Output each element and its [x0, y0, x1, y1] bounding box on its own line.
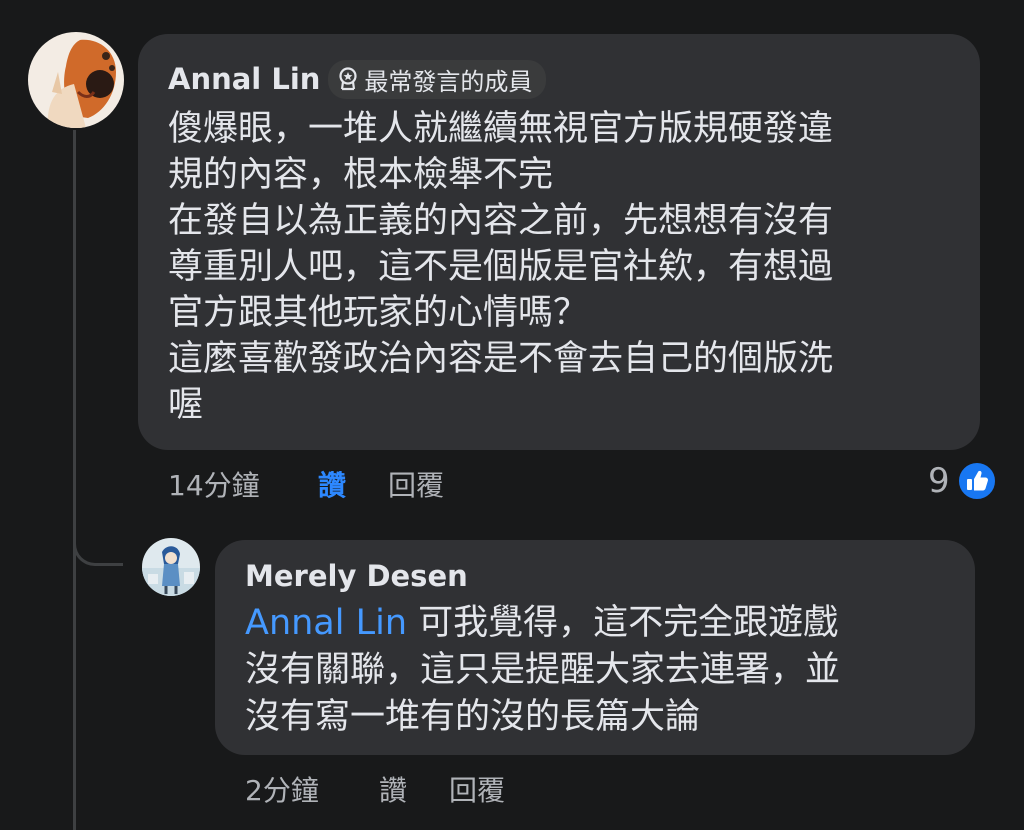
comment-timestamp[interactable]: 14分鐘 [168, 464, 288, 504]
comment-author[interactable]: Annal Lin [168, 62, 320, 96]
comment-line: 這麼喜歡發政治內容是不會去自己的個版洗 [168, 339, 834, 379]
reply-body: Annal Lin 可我覺得，這不完全跟遊戲 沒有關聯，這只是提醒大家去連署，並… [245, 600, 840, 741]
reply-timestamp[interactable]: 2分鐘 [245, 769, 345, 809]
comment-header: Annal Lin 最常發言的成員 [168, 58, 547, 100]
comment-actions: 14分鐘 讚 回覆 [168, 464, 444, 504]
award-icon [339, 67, 358, 91]
reply-connector [73, 530, 123, 566]
reply-line: 沒有寫一堆有的沒的長篇大論 [245, 697, 701, 737]
comment-line: 在發自以為正義的內容之前，先想想有沒有 [168, 201, 834, 241]
top-contributor-badge[interactable]: 最常發言的成員 [328, 59, 547, 99]
comment-line: 喔 [168, 385, 204, 425]
badge-label: 最常發言的成員 [364, 67, 533, 96]
like-button[interactable]: 讚 [318, 464, 346, 504]
reply-line-text: 可我覺得，這不完全跟遊戲 [407, 603, 839, 643]
mention-link[interactable]: Annal Lin [245, 603, 407, 643]
reply-line: 沒有關聯，這只是提醒大家去連署，並 [245, 650, 841, 690]
avatar-merely-desen[interactable] [142, 538, 200, 596]
reply-like-button[interactable]: 讚 [379, 769, 407, 809]
like-thumb-icon [956, 460, 998, 502]
comment-line: 尊重別人吧，這不是個版是官社欸，有想過 [168, 247, 834, 287]
comment-body: 傻爆眼，一堆人就繼續無視官方版規硬發違 規的內容，根本檢舉不完 在發自以為正義的… [168, 106, 833, 428]
comment-line: 傻爆眼，一堆人就繼續無視官方版規硬發違 [168, 109, 834, 149]
comment-line: 規的內容，根本檢舉不完 [168, 155, 554, 195]
thread-line [73, 130, 76, 830]
reply-button[interactable]: 回覆 [388, 464, 444, 504]
reply-reply-button[interactable]: 回覆 [449, 769, 505, 809]
reply-actions: 2分鐘 讚 回覆 [245, 769, 505, 809]
reaction-count: 9 [928, 461, 950, 501]
comment-line: 官方跟其他玩家的心情嗎？ [168, 293, 589, 333]
avatar-annal-lin[interactable] [28, 32, 124, 128]
reaction-summary[interactable]: 9 [928, 458, 998, 504]
reply-author[interactable]: Merely Desen [245, 556, 468, 596]
comment-bubble: Annal Lin 最常發言的成員 傻爆眼，一堆人就繼續無視官方版規硬發違 規的… [138, 34, 980, 450]
reply-bubble: Merely Desen Annal Lin 可我覺得，這不完全跟遊戲 沒有關聯… [215, 540, 975, 755]
reply-line: Annal Lin 可我覺得，這不完全跟遊戲 [245, 600, 840, 647]
